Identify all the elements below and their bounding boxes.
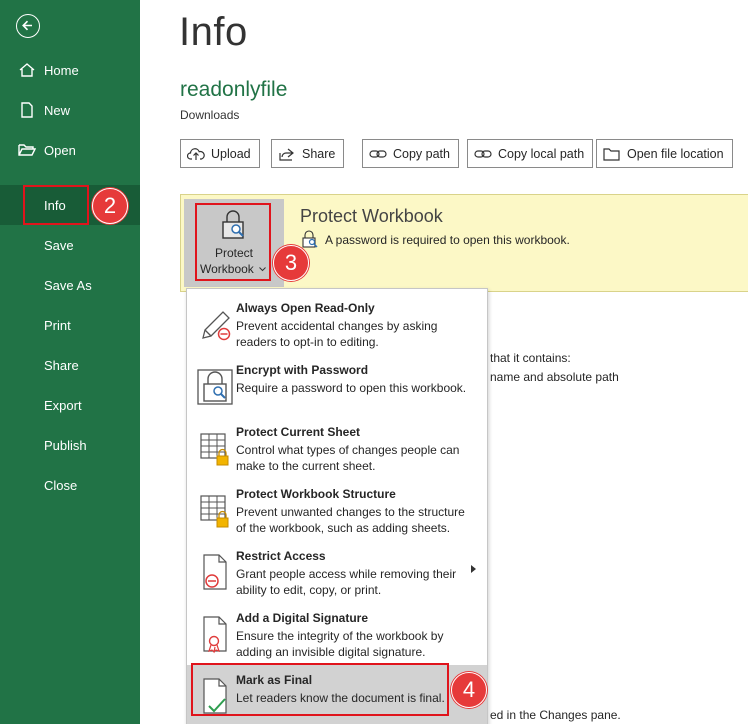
protect-workbook-description: A password is required to open this work… [325,233,570,247]
menu-item-title: Protect Current Sheet [236,425,361,439]
sidebar-item-share[interactable]: Share [0,345,140,385]
sidebar-item-new[interactable]: New [0,90,140,130]
copy-local-path-label: Copy local path [498,146,585,161]
file-name: readonlyfile [180,78,288,101]
inspect-text-fragment: name and absolute path [490,370,619,384]
folder-icon [603,147,620,161]
open-file-location-button[interactable]: Open file location [596,139,733,168]
sidebar-item-label: Publish [44,437,87,453]
sidebar-item-label: New [44,102,71,118]
protect-button-highlight-box [195,203,271,281]
sidebar-item-open[interactable]: Open [0,130,140,170]
sidebar-item-export[interactable]: Export [0,385,140,425]
mark-as-final-highlight-box [191,663,449,716]
sidebar-item-home[interactable]: Home [0,50,140,90]
sidebar-item-label: Home [44,62,79,78]
menu-item-title: Encrypt with Password [236,363,369,377]
sidebar-item-label: Save [44,237,74,253]
info-highlight-box [23,185,89,225]
page-title: Info [179,10,248,54]
menu-item-title: Protect Workbook Structure [236,487,396,501]
file-location: Downloads [180,108,240,122]
share-button-label: Share [302,146,336,161]
submenu-arrow-icon [471,565,476,573]
copy-local-path-button[interactable]: Copy local path [467,139,594,168]
menu-item-description: Grant people access while removing their… [236,567,457,597]
sidebar-item-close[interactable]: Close [0,465,140,505]
pencil-no-icon [202,311,231,341]
share-icon [279,148,294,161]
sidebar-item-label: Close [44,477,78,493]
sidebar-item-publish[interactable]: Publish [0,425,140,465]
open-file-location-label: Open file location [627,146,724,161]
backstage-sidebar: Home New Open Info Save Save As Print Sh… [0,0,140,724]
menu-item-description: Prevent accidental changes by asking rea… [236,319,438,349]
menu-item-restrict-access[interactable]: Restrict Access Grant people access whil… [187,541,487,603]
menu-item-title: Restrict Access [236,549,326,563]
versions-text-fragment: ed in the Changes pane. [490,708,621,722]
menu-item-encrypt-with-password[interactable]: Encrypt with Password Require a password… [187,355,487,417]
sidebar-item-save[interactable]: Save [0,225,140,265]
menu-item-protect-workbook-structure[interactable]: Protect Workbook Structure Prevent unwan… [187,479,487,541]
sidebar-item-label: Share [44,357,79,373]
menu-item-description: Prevent unwanted changes to the structur… [236,505,465,535]
workbook-lock-icon [200,495,229,528]
menu-item-title: Add a Digital Signature [236,611,369,625]
menu-item-add-digital-signature[interactable]: Add a Digital Signature Ensure the integ… [187,603,487,665]
share-button[interactable]: Share [271,139,345,168]
back-button[interactable] [16,14,40,38]
inspect-text-fragment: that it contains: [490,351,571,365]
document-restrict-icon [203,554,227,590]
menu-item-protect-current-sheet[interactable]: Protect Current Sheet Control what types… [187,417,487,479]
sidebar-item-print[interactable]: Print [0,305,140,345]
home-icon [19,63,35,77]
protect-workbook-title: Protect Workbook [300,206,443,226]
protect-workbook-menu: Always Open Read-Only Prevent accidental… [186,288,488,724]
menu-item-title: Always Open Read-Only [236,301,375,315]
sidebar-item-label: Open [44,142,76,158]
lock-small-icon [302,230,318,248]
copy-path-button[interactable]: Copy path [362,139,459,168]
menu-item-description: Ensure the integrity of the workbook by … [236,629,444,659]
step-badge-2: 2 [92,188,128,224]
menu-item-description: Control what types of changes people can… [236,443,460,473]
step-badge-3: 3 [273,245,309,281]
sidebar-item-label: Export [44,397,82,413]
menu-item-description: Require a password to open this workbook… [236,381,467,395]
link-icon [474,149,492,158]
new-document-icon [21,102,33,118]
copy-path-label: Copy path [393,146,450,161]
link-icon [369,149,387,158]
sheet-lock-icon [200,433,229,466]
sidebar-item-label: Save As [44,277,92,293]
lock-key-icon [197,369,233,405]
sidebar-item-label: Print [44,317,71,333]
document-ribbon-icon [203,616,227,654]
upload-button-label: Upload [211,146,251,161]
menu-item-always-open-read-only[interactable]: Always Open Read-Only Prevent accidental… [187,293,487,355]
folder-open-icon [18,144,36,156]
step-badge-4: 4 [451,672,487,708]
back-arrow-icon [22,20,32,31]
sidebar-item-save-as[interactable]: Save As [0,265,140,305]
upload-button[interactable]: Upload [180,139,260,168]
upload-icon [187,147,205,160]
